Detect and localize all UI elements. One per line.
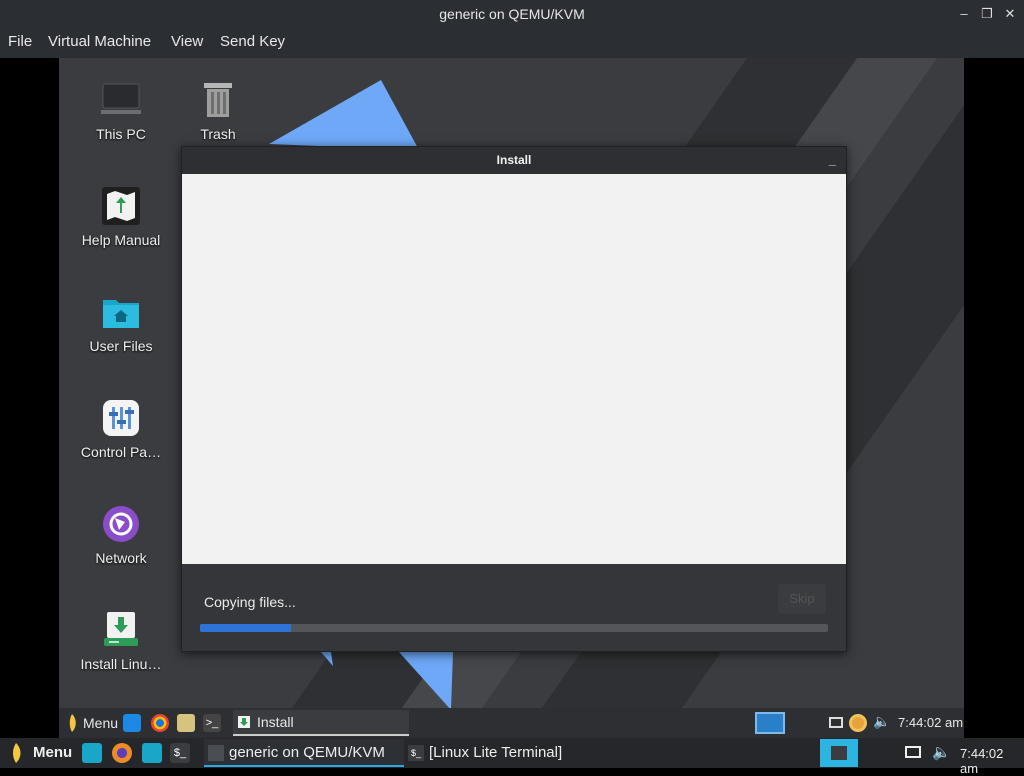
terminal-icon[interactable]: >_	[203, 714, 221, 732]
desktop-icon-install-linux[interactable]: Install Linu…	[73, 610, 169, 672]
minimize-button[interactable]: –	[954, 4, 974, 24]
desktop-icon-this-pc[interactable]: This PC	[73, 80, 169, 142]
linux-lite-logo-icon[interactable]	[65, 713, 79, 733]
monitor-icon	[101, 80, 141, 120]
install-slideshow-area	[182, 174, 846, 564]
host-task-label: generic on QEMU/KVM	[229, 744, 385, 761]
trash-icon	[198, 80, 238, 120]
window-title: generic on QEMU/KVM	[439, 6, 585, 22]
show-desktop-icon[interactable]	[82, 743, 102, 763]
update-tray-icon[interactable]	[849, 714, 867, 732]
skip-button[interactable]: Skip	[778, 584, 826, 614]
menu-file[interactable]: File	[8, 33, 32, 50]
host-task-qemu[interactable]: generic on QEMU/KVM	[204, 739, 404, 767]
host-taskbar: Menu $_ generic on QEMU/KVM $_ [Linux Li…	[0, 738, 1024, 776]
desktop-icon-trash[interactable]: Trash	[170, 80, 266, 142]
help-manual-icon	[101, 186, 141, 226]
linux-lite-logo-icon[interactable]	[8, 742, 24, 764]
install-progress-bar	[200, 624, 828, 632]
install-dialog: Install _ Copying files... Skip	[181, 146, 847, 652]
desktop-icon-network[interactable]: Network	[73, 504, 169, 566]
install-status-text: Copying files...	[204, 594, 296, 610]
install-dialog-title: Install	[496, 153, 532, 167]
network-icon	[101, 504, 141, 544]
maximize-button[interactable]: ❐	[977, 4, 997, 24]
desktop-icon-label: Install Linu…	[80, 656, 162, 672]
desktop-icon-label: Trash	[200, 126, 236, 142]
desktop-icon-label: Network	[95, 550, 147, 566]
desktop-icon-user-files[interactable]: User Files	[73, 292, 169, 354]
chrome-browser-icon[interactable]	[151, 714, 169, 732]
desktop-show-icon[interactable]	[123, 714, 141, 732]
wallpaper-triangle-bottom	[321, 652, 453, 710]
display-tray-icon[interactable]	[905, 746, 921, 760]
vm-window-icon	[208, 745, 224, 761]
desktop-icon-label: Help Manual	[81, 232, 161, 248]
host-task-label: [Linux Lite Terminal]	[429, 744, 563, 761]
volume-tray-icon[interactable]: 🔈	[932, 743, 951, 761]
menu-send-key[interactable]: Send Key	[220, 33, 285, 50]
volume-tray-icon[interactable]: 🔈	[873, 713, 890, 730]
menu-view[interactable]: View	[171, 33, 203, 50]
install-icon	[101, 610, 141, 650]
host-menubar: File Virtual Machine View Send Key	[0, 28, 1024, 58]
desktop-icon-label: User Files	[89, 338, 153, 354]
guest-display[interactable]: This PC Trash Help Manual User Files Con…	[59, 58, 964, 738]
wallpaper-triangle-top	[269, 80, 419, 150]
install-task-icon	[238, 716, 250, 728]
desktop-icon-help-manual[interactable]: Help Manual	[73, 186, 169, 248]
guest-task-label: Install	[257, 714, 294, 730]
install-dialog-titlebar[interactable]: Install _	[182, 147, 846, 175]
host-clock[interactable]: 7:44:02 am	[960, 746, 1024, 776]
install-progress-fill	[200, 624, 292, 632]
desktop-icon-label: Control Pa…	[80, 444, 162, 460]
firefox-icon[interactable]	[112, 743, 132, 763]
host-menu-button[interactable]: Menu	[33, 744, 72, 761]
home-folder-launcher-icon[interactable]	[142, 743, 162, 763]
workspace-window-thumb	[831, 746, 847, 760]
host-task-terminal[interactable]: $_ [Linux Lite Terminal]	[404, 739, 604, 767]
guest-workspace-switcher[interactable]	[755, 712, 785, 734]
display-tray-icon[interactable]	[829, 717, 843, 729]
guest-taskbar: Menu >_ Install 🔈 7:44:02 am	[59, 708, 964, 738]
host-titlebar: generic on QEMU/KVM – ❐ ✕	[0, 0, 1024, 28]
guest-task-install[interactable]: Install	[233, 710, 409, 736]
menu-virtual-machine[interactable]: Virtual Machine	[48, 33, 151, 50]
guest-menu-button[interactable]: Menu	[83, 715, 118, 731]
file-manager-icon[interactable]	[177, 714, 195, 732]
guest-clock[interactable]: 7:44:02 am	[898, 715, 963, 730]
control-panel-icon	[101, 398, 141, 438]
terminal-launcher-icon[interactable]: $_	[170, 743, 190, 763]
close-button[interactable]: ✕	[1000, 4, 1020, 24]
install-dialog-minimize-button[interactable]: _	[829, 147, 836, 173]
home-folder-icon	[101, 292, 141, 332]
host-workspace-switcher[interactable]	[820, 739, 858, 767]
desktop-icon-control-panel[interactable]: Control Pa…	[73, 398, 169, 460]
terminal-window-icon: $_	[408, 745, 424, 761]
desktop-icon-label: This PC	[96, 126, 146, 142]
